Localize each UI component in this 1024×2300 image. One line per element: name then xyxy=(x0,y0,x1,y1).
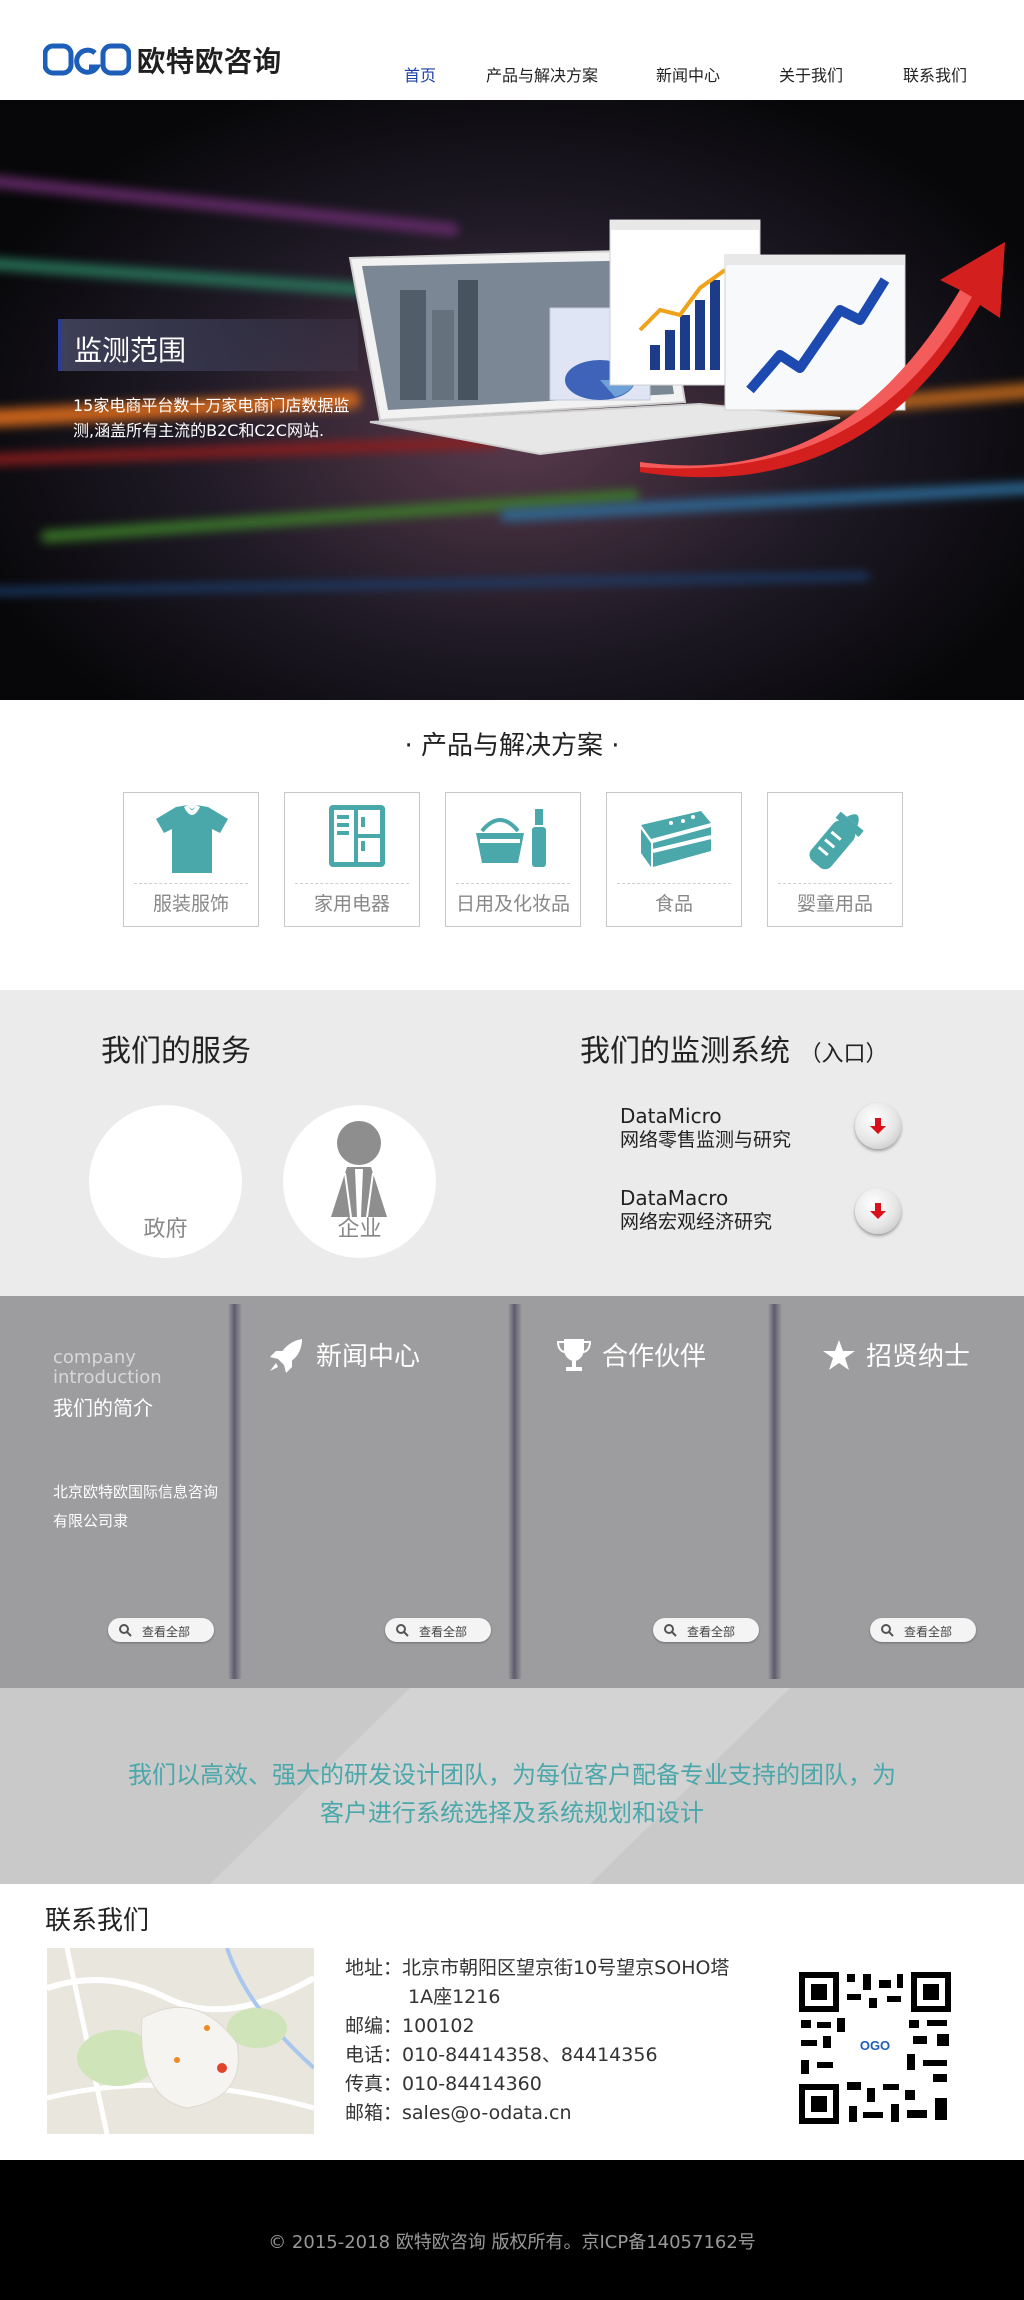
monitor-title-main: 我们的监测系统 xyxy=(580,1034,790,1069)
contact-title: 联系我们 xyxy=(45,1906,150,1936)
star-icon xyxy=(823,1339,855,1370)
column-divider xyxy=(228,1304,242,1679)
services-title: 我们的服务 xyxy=(101,1034,251,1069)
map-image xyxy=(47,1948,314,2134)
jobs-view-all-button[interactable]: 查看全部 xyxy=(870,1618,976,1642)
intro-view-all-button[interactable]: 查看全部 xyxy=(108,1618,214,1642)
nav-home[interactable]: 首页 xyxy=(404,62,436,86)
down-arrow-icon xyxy=(870,1118,886,1134)
product-label: 婴童用品 xyxy=(796,893,873,915)
contact-address: 地址：北京市朝阳区望京街10号望京SOHO塔 xyxy=(345,1957,730,1979)
intro-title: 我们的简介 xyxy=(53,1396,153,1420)
news-title: 新闻中心 xyxy=(316,1342,421,1372)
datamacro-enter-button[interactable] xyxy=(855,1188,901,1234)
intro-body: 北京欧特欧国际信息咨询有限公司隶 xyxy=(53,1483,219,1530)
service-label: 政府 xyxy=(143,1217,188,1242)
services-section: 我们的服务 政府 企业 我们的监测系统 （入口） DataMicro 网络零售监… xyxy=(0,990,1024,1296)
basket-cosmetics-icon xyxy=(476,809,546,867)
news-view-all-button[interactable]: 查看全部 xyxy=(385,1618,491,1642)
contact-phone: 电话：010-84414358、84414356 xyxy=(345,2044,658,2066)
cake-icon xyxy=(641,811,712,867)
partners-title: 合作伙伴 xyxy=(602,1342,707,1372)
site-footer: © 2015-2018 欧特欧咨询 版权所有。京ICP备14057162号 xyxy=(0,2160,1024,2300)
search-icon xyxy=(881,1624,894,1637)
slogan-text: 我们以高效、强大的研发设计团队，为每位客户配备专业支持的团队，为客户进行系统选择… xyxy=(128,1761,896,1827)
service-label: 企业 xyxy=(337,1217,382,1242)
banner-heading: 监测范围 xyxy=(74,334,187,367)
column-divider xyxy=(508,1304,522,1679)
product-label: 食品 xyxy=(654,893,693,915)
main-nav: 首页 产品与解决方案 新闻中心 关于我们 联系我们 xyxy=(0,62,1024,86)
nav-about[interactable]: 关于我们 xyxy=(779,62,843,86)
partners-column-title[interactable]: 合作伙伴 xyxy=(556,1336,706,1373)
contact-email[interactable]: 邮箱：sales@o-odata.cn xyxy=(345,2098,572,2125)
products-title: · 产品与解决方案 · xyxy=(404,731,620,761)
service-government[interactable]: 政府 xyxy=(89,1105,242,1258)
info-section: company introduction 我们的简介 北京欧特欧国际信息咨询有限… xyxy=(0,1296,1024,1688)
search-icon xyxy=(664,1624,677,1637)
monitor-entry-hint: （入口） xyxy=(799,1042,888,1067)
location-map[interactable] xyxy=(47,1948,314,2134)
datamicro-enter-button[interactable] xyxy=(855,1103,901,1149)
rocket-icon xyxy=(270,1338,302,1373)
product-label: 家用电器 xyxy=(313,893,390,915)
news-column-title[interactable]: 新闻中心 xyxy=(266,1336,420,1373)
baby-bottle-icon xyxy=(809,811,864,870)
qr-code-icon: OGO xyxy=(797,1970,953,2126)
product-card-appliances[interactable]: 家用电器 xyxy=(284,792,420,927)
search-icon xyxy=(396,1624,409,1637)
intro-english-label: company introduction xyxy=(53,1347,162,1388)
fridge-icon xyxy=(329,805,385,867)
nav-news[interactable]: 新闻中心 xyxy=(656,62,720,86)
site-header: 欧特欧咨询 首页 产品与解决方案 新闻中心 关于我们 联系我们 xyxy=(0,0,1024,100)
government-building-icon xyxy=(117,1117,214,1217)
nav-contact[interactable]: 联系我们 xyxy=(903,62,967,86)
copyright-text: © 2015-2018 欧特欧咨询 版权所有。京ICP备14057162号 xyxy=(268,2232,756,2253)
search-icon xyxy=(119,1624,132,1637)
product-label: 服装服饰 xyxy=(152,893,229,915)
nav-products[interactable]: 产品与解决方案 xyxy=(486,62,598,86)
jobs-column-title[interactable]: 招贤纳士 xyxy=(822,1336,970,1373)
svg-text:OGO: OGO xyxy=(860,2038,890,2053)
shirt-icon xyxy=(156,805,228,873)
hero-banner: 监测范围 15家电商平台数十万家电商门店数据监测,涵盖所有主流的B2C和C2C网… xyxy=(0,100,1024,700)
product-card-baby[interactable]: 婴童用品 xyxy=(767,792,903,927)
jobs-title: 招贤纳士 xyxy=(866,1342,971,1372)
contact-fax: 传真：010-84414360 xyxy=(345,2073,542,2095)
product-card-apparel[interactable]: 服装服饰 xyxy=(123,792,259,927)
service-enterprise[interactable]: 企业 xyxy=(283,1105,436,1258)
partners-view-all-button[interactable]: 查看全部 xyxy=(653,1618,759,1642)
trophy-icon xyxy=(556,1338,592,1371)
product-card-food[interactable]: 食品 xyxy=(606,792,742,927)
laptop-chart-illustration xyxy=(348,219,1005,478)
banner-description: 15家电商平台数十万家电商门店数据监测,涵盖所有主流的B2C和C2C网站. xyxy=(73,396,350,440)
person-icon xyxy=(331,1121,387,1217)
monitor-title: 我们的监测系统 （入口） xyxy=(580,1026,888,1070)
contact-postcode: 邮编：100102 xyxy=(345,2015,475,2037)
down-arrow-icon xyxy=(870,1203,886,1219)
contact-address-line2: 1A座1216 xyxy=(408,1986,501,2008)
product-label: 日用及化妆品 xyxy=(455,893,570,915)
column-divider xyxy=(768,1304,782,1679)
slogan-section: 我们以高效、强大的研发设计团队，为每位客户配备专业支持的团队，为客户进行系统选择… xyxy=(0,1688,1024,1884)
product-card-cosmetics[interactable]: 日用及化妆品 xyxy=(445,792,581,927)
